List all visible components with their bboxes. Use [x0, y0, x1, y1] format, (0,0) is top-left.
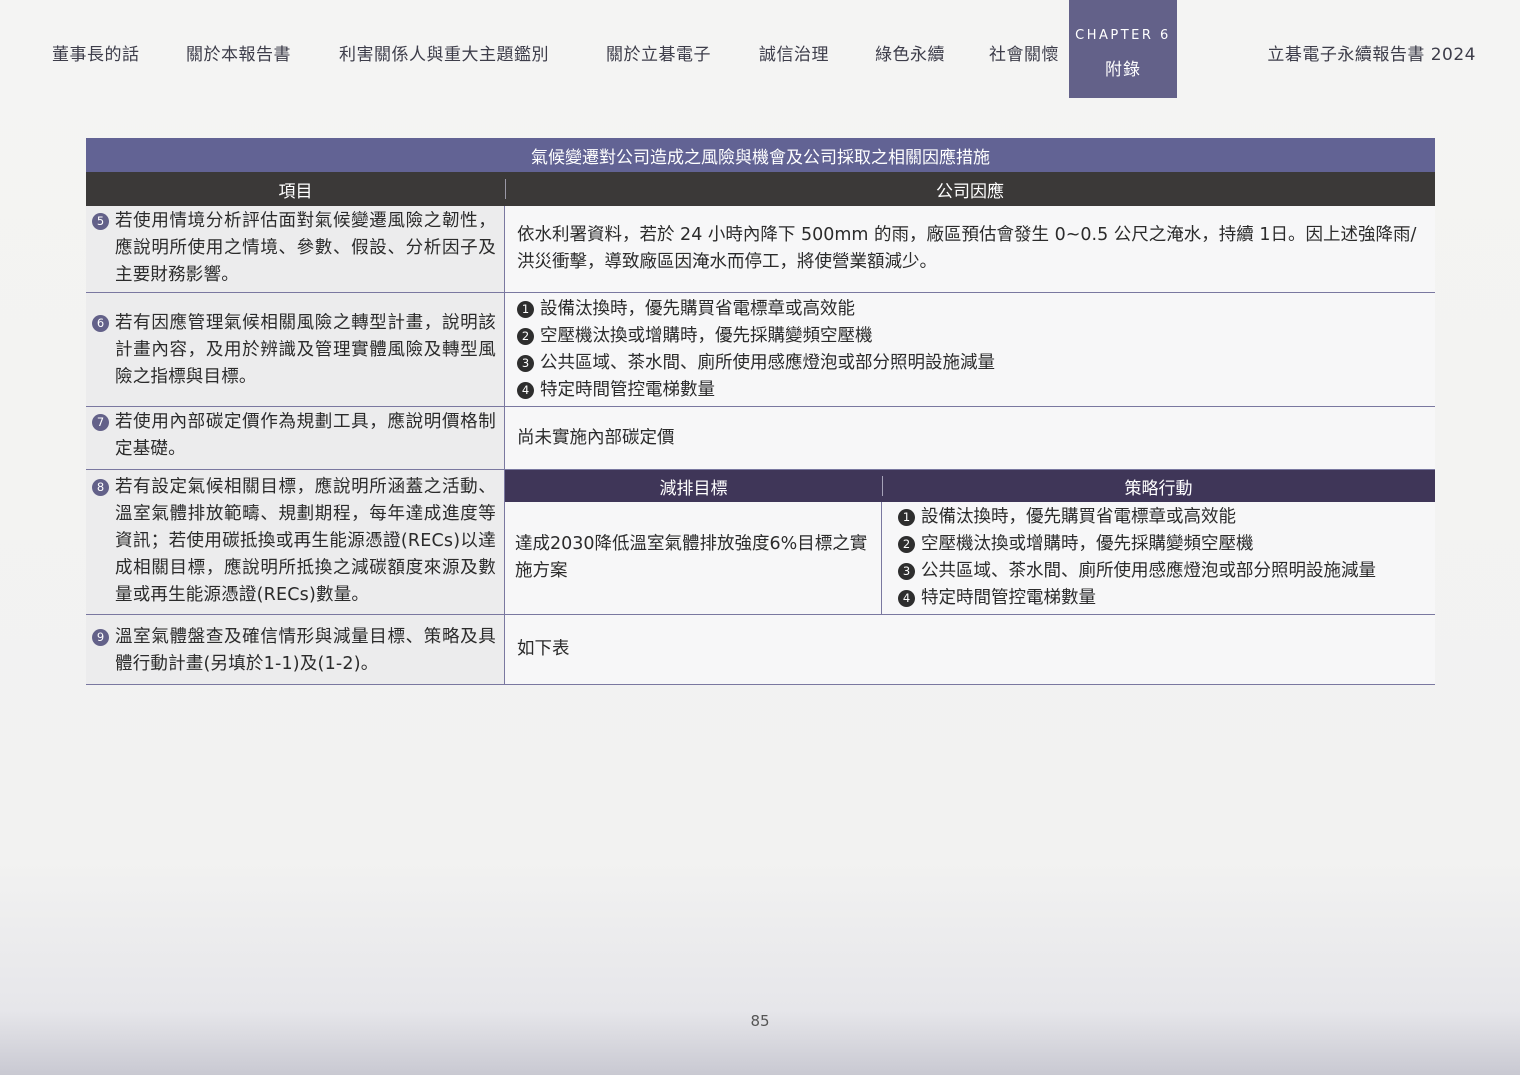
bullet-text: 特定時間管控電梯數量: [921, 588, 1096, 608]
nav-item-about-report[interactable]: 關於本報告書: [186, 40, 291, 65]
list-item: 3 公共區域、茶水間、廁所使用感應燈泡或部分照明設施減量: [898, 558, 1419, 585]
item-cell: 6 若有因應管理氣候相關風險之轉型計畫，說明該計畫內容，及用於辨識及管理實體風險…: [86, 293, 505, 406]
item-text: 若使用內部碳定價作為規劃工具，應說明價格制定基礎。: [115, 412, 496, 459]
bullet-number: 3: [898, 563, 915, 580]
nav-item-green-sustainability[interactable]: 綠色永續: [875, 40, 945, 65]
climate-risk-table: 氣候變遷對公司造成之風險與機會及公司採取之相關因應措施 項目 公司因應 5 若使…: [86, 138, 1435, 685]
action-cell: 1 設備汰換時，優先購買省電標章或高效能 2 空壓機汰換或增購時，優先採購變頻空…: [882, 502, 1435, 614]
header-response: 公司因應: [505, 172, 1435, 206]
nav-item-integrity-governance[interactable]: 誠信治理: [759, 40, 829, 65]
nav-item-about-company[interactable]: 關於立碁電子: [606, 40, 711, 65]
list-item: 4 特定時間管控電梯數量: [517, 377, 1423, 404]
number-badge: 7: [92, 414, 109, 431]
subtable-header: 減排目標 策略行動: [505, 470, 1435, 502]
page-number: 85: [750, 1012, 770, 1030]
list-item: 1 設備汰換時，優先購買省電標章或高效能: [517, 296, 1423, 323]
bullet-text: 公共區域、茶水間、廁所使用感應燈泡或部分照明設施減量: [921, 561, 1376, 581]
response-cell: 尚未實施內部碳定價: [505, 407, 1435, 469]
bullet-text: 空壓機汰換或增購時，優先採購變頻空壓機: [921, 534, 1254, 554]
item-text: 若有設定氣候相關目標，應說明所涵蓋之活動、溫室氣體排放範疇、規劃期程，每年達成進…: [115, 477, 496, 605]
subheader-action: 策略行動: [882, 470, 1435, 502]
response-text: 如下表: [517, 639, 570, 659]
list-item: 4 特定時間管控電梯數量: [898, 585, 1419, 612]
bullet-number: 2: [898, 536, 915, 553]
bullet-text: 特定時間管控電梯數量: [540, 379, 715, 400]
item-cell: 5 若使用情境分析評估面對氣候變遷風險之韌性，應說明所使用之情境、參數、假設、分…: [86, 206, 505, 292]
chapter-label: CHAPTER 6: [1075, 28, 1171, 43]
item-cell: 7 若使用內部碳定價作為規劃工具，應說明價格制定基礎。: [86, 407, 505, 469]
bullet-number: 2: [517, 327, 534, 345]
bullet-text: 設備汰換時，優先購買省電標章或高效能: [540, 298, 855, 319]
response-cell: 1 設備汰換時，優先購買省電標章或高效能 2 空壓機汰換或增購時，優先採購變頻空…: [505, 293, 1435, 406]
chapter-name: 附錄: [1105, 60, 1141, 80]
list-item: 2 空壓機汰換或增購時，優先採購變頻空壓機: [898, 531, 1419, 558]
table-title: 氣候變遷對公司造成之風險與機會及公司採取之相關因應措施: [86, 138, 1435, 172]
number-badge: 9: [92, 628, 109, 646]
subheader-target: 減排目標: [659, 478, 728, 499]
item-text: 若有因應管理氣候相關風險之轉型計畫，說明該計畫內容，及用於辨識及管理實體風險及轉…: [115, 313, 496, 387]
response-text: 尚未實施內部碳定價: [517, 427, 675, 448]
nav-item-stakeholders[interactable]: 利害關係人與重大主題鑑別: [339, 40, 549, 65]
nav-item-social-care[interactable]: 社會關懷: [989, 40, 1059, 65]
bullet-number: 1: [898, 509, 915, 526]
table-row: 8 若有設定氣候相關目標，應說明所涵蓋之活動、溫室氣體排放範疇、規劃期程，每年達…: [86, 470, 1435, 615]
bullet-text: 空壓機汰換或增購時，優先採購變頻空壓機: [540, 325, 873, 346]
report-title: 立碁電子永續報告書 2024: [1267, 45, 1476, 65]
item-text: 溫室氣體盤查及確信情形與減量目標、策略及具體行動計畫(另填於1-1)及(1-2)…: [115, 626, 496, 674]
table-row: 9 溫室氣體盤查及確信情形與減量目標、策略及具體行動計畫(另填於1-1)及(1-…: [86, 615, 1435, 685]
bullet-text: 公共區域、茶水間、廁所使用感應燈泡或部分照明設施減量: [540, 352, 995, 373]
item-cell: 8 若有設定氣候相關目標，應說明所涵蓋之活動、溫室氣體排放範疇、規劃期程，每年達…: [86, 470, 505, 614]
number-badge: 8: [92, 479, 109, 496]
target-cell: 達成2030降低溫室氣體排放強度6%目標之實施方案: [505, 502, 882, 614]
chapter-tab-appendix[interactable]: CHAPTER 6 附錄: [1069, 0, 1177, 98]
bullet-number: 3: [517, 354, 534, 372]
table-row: 6 若有因應管理氣候相關風險之轉型計畫，說明該計畫內容，及用於辨識及管理實體風險…: [86, 293, 1435, 407]
bullet-number: 4: [517, 381, 534, 399]
list-item: 3 公共區域、茶水間、廁所使用感應燈泡或部分照明設施減量: [517, 350, 1423, 377]
table-row: 5 若使用情境分析評估面對氣候變遷風險之韌性，應說明所使用之情境、參數、假設、分…: [86, 206, 1435, 293]
response-cell: 依水利署資料，若於 24 小時內降下 500mm 的雨，廠區預估會發生 0~0.…: [505, 206, 1435, 292]
response-text: 依水利署資料，若於 24 小時內降下 500mm 的雨，廠區預估會發生 0~0.…: [517, 225, 1417, 272]
list-item: 1 設備汰換時，優先購買省電標章或高效能: [898, 504, 1419, 531]
bullet-number: 1: [517, 300, 534, 318]
bullet-text: 設備汰換時，優先購買省電標章或高效能: [921, 507, 1236, 527]
item-text: 若使用情境分析評估面對氣候變遷風險之韌性，應說明所使用之情境、參數、假設、分析因…: [115, 211, 496, 285]
nav-item-chairman-message[interactable]: 董事長的話: [52, 40, 140, 65]
header-item: 項目: [278, 181, 313, 202]
response-cell: 如下表: [505, 615, 1435, 684]
subtable-body: 達成2030降低溫室氣體排放強度6%目標之實施方案 1 設備汰換時，優先購買省電…: [505, 502, 1435, 614]
table-header: 項目 公司因應: [86, 172, 1435, 206]
target-text: 達成2030降低溫室氣體排放強度6%目標之實施方案: [515, 534, 868, 581]
table-row: 7 若使用內部碳定價作為規劃工具，應說明價格制定基礎。 尚未實施內部碳定價: [86, 407, 1435, 470]
number-badge: 5: [92, 213, 109, 230]
item-cell: 9 溫室氣體盤查及確信情形與減量目標、策略及具體行動計畫(另填於1-1)及(1-…: [86, 615, 505, 684]
target-action-subtable: 減排目標 策略行動 達成2030降低溫室氣體排放強度6%目標之實施方案 1 設備…: [505, 470, 1435, 614]
number-badge: 6: [92, 315, 109, 332]
top-navigation: 董事長的話 關於本報告書 利害關係人與重大主題鑑別 關於立碁電子 誠信治理 綠色…: [0, 0, 1520, 100]
bullet-number: 4: [898, 590, 915, 607]
list-item: 2 空壓機汰換或增購時，優先採購變頻空壓機: [517, 323, 1423, 350]
